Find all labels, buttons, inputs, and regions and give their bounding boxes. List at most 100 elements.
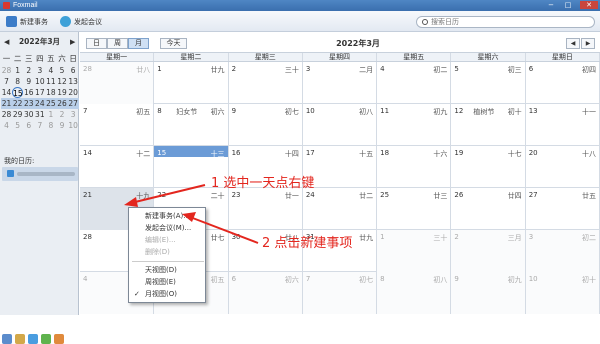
day-cell[interactable]: 1 廿九 bbox=[154, 62, 229, 104]
mini-day[interactable]: 22 bbox=[12, 98, 24, 109]
day-cell[interactable]: 13 十一 bbox=[526, 104, 600, 146]
menu-item-start-meeting[interactable]: 发起会议(M)... bbox=[129, 223, 207, 234]
mini-day[interactable]: 21 bbox=[1, 98, 13, 109]
menu-item-day-view[interactable]: 天视图(D) bbox=[129, 265, 207, 276]
mini-day[interactable]: 4 bbox=[45, 65, 56, 76]
mini-day[interactable]: 14 bbox=[1, 87, 12, 98]
day-cell[interactable]: 25 廿三 bbox=[377, 188, 452, 230]
mini-day[interactable]: 8 bbox=[12, 76, 23, 87]
mini-day[interactable]: 6 bbox=[68, 65, 79, 76]
day-cell[interactable]: 8 初八 bbox=[377, 272, 452, 314]
mini-day[interactable]: 25 bbox=[45, 98, 57, 109]
mini-prev-icon[interactable]: ◀ bbox=[4, 37, 9, 47]
mail-icon[interactable] bbox=[2, 334, 12, 344]
day-cell[interactable]: 26 廿四 bbox=[451, 188, 526, 230]
mini-day[interactable]: 10 bbox=[34, 76, 45, 87]
mini-day[interactable]: 18 bbox=[45, 87, 56, 98]
mini-day[interactable]: 27 bbox=[67, 98, 79, 109]
mini-day[interactable]: 20 bbox=[68, 87, 79, 98]
mini-day[interactable]: 3 bbox=[34, 65, 45, 76]
mini-day[interactable]: 5 bbox=[12, 120, 23, 131]
mini-day[interactable]: 2 bbox=[56, 109, 67, 120]
calendar-list-item[interactable] bbox=[2, 167, 78, 181]
day-cell[interactable]: 6 初六 bbox=[228, 272, 303, 314]
mini-day[interactable]: 31 bbox=[34, 109, 45, 120]
mini-day[interactable]: 28 bbox=[1, 109, 12, 120]
checkbox-icon[interactable] bbox=[7, 170, 14, 177]
mini-day[interactable]: 13 bbox=[68, 76, 79, 87]
mini-day[interactable]: 7 bbox=[34, 120, 45, 131]
weekday-header: 星期日 bbox=[526, 53, 600, 61]
mini-day[interactable]: 1 bbox=[45, 109, 56, 120]
mini-day[interactable]: 12 bbox=[56, 76, 67, 87]
prev-month-button[interactable]: ◀ bbox=[566, 38, 580, 49]
mini-day[interactable]: 7 bbox=[1, 76, 12, 87]
day-cell[interactable]: 19 十七 bbox=[451, 146, 526, 188]
day-cell[interactable]: 14 十二 bbox=[80, 146, 155, 188]
mini-day[interactable]: 2 bbox=[23, 65, 34, 76]
menu-item-month-view[interactable]: ✓ 月视图(O) bbox=[129, 289, 207, 300]
day-cell[interactable]: 3 二月 bbox=[303, 62, 378, 104]
day-cell[interactable]: 28 廿八 bbox=[80, 62, 155, 104]
mini-day[interactable]: 3 bbox=[68, 109, 79, 120]
day-cell[interactable]: 27 廿五 bbox=[526, 188, 600, 230]
minimize-icon[interactable]: − bbox=[544, 1, 558, 9]
calendar-icon[interactable] bbox=[28, 334, 38, 344]
day-cell[interactable]: 18 十六 bbox=[377, 146, 452, 188]
new-event-button[interactable]: 新建事务 bbox=[6, 15, 48, 28]
menu-item-new-event[interactable]: 新建事务(A)... bbox=[129, 211, 207, 222]
day-cell[interactable]: 8 妇女节 初六 bbox=[154, 104, 229, 146]
day-cell[interactable]: 7 初七 bbox=[302, 272, 378, 314]
day-cell[interactable]: 24 廿二 bbox=[303, 188, 378, 230]
mini-day[interactable]: 26 bbox=[56, 98, 68, 109]
mini-day[interactable]: 23 bbox=[23, 98, 35, 109]
mini-day[interactable]: 5 bbox=[56, 65, 67, 76]
mini-day[interactable]: 17 bbox=[34, 87, 45, 98]
mini-day[interactable]: 11 bbox=[45, 76, 56, 87]
mini-day[interactable]: 16 bbox=[23, 87, 34, 98]
start-meeting-button[interactable]: 发起会议 bbox=[60, 15, 102, 28]
day-cell[interactable]: 6 初四 bbox=[526, 62, 600, 104]
mini-day[interactable]: 28 bbox=[1, 65, 12, 76]
mini-day[interactable]: 9 bbox=[23, 76, 34, 87]
day-cell[interactable]: 11 初九 bbox=[377, 104, 452, 146]
day-cell[interactable]: 9 初七 bbox=[229, 104, 303, 146]
day-cell[interactable]: 2 三月 bbox=[451, 230, 526, 272]
day-cell[interactable]: 3 初二 bbox=[525, 230, 600, 272]
mini-day[interactable]: 30 bbox=[23, 109, 34, 120]
next-month-button[interactable]: ▶ bbox=[581, 38, 595, 49]
day-cell[interactable]: 9 初九 bbox=[451, 272, 526, 314]
mini-day[interactable]: 4 bbox=[1, 120, 12, 131]
mini-day[interactable]: 10 bbox=[68, 120, 79, 131]
menu-item-week-view[interactable]: 周视图(E) bbox=[129, 277, 207, 288]
day-cell[interactable]: 12 植树节 初十 bbox=[451, 104, 526, 146]
mini-dow: 一 bbox=[2, 54, 11, 63]
mini-day[interactable]: 19 bbox=[56, 87, 67, 98]
close-icon[interactable]: ✕ bbox=[580, 1, 598, 9]
search-input[interactable]: 搜索日历 bbox=[416, 16, 595, 28]
mini-day[interactable]: 15 bbox=[12, 87, 24, 98]
day-cell[interactable]: 10 初八 bbox=[303, 104, 378, 146]
mini-next-icon[interactable]: ▶ bbox=[70, 37, 75, 47]
notes-icon[interactable] bbox=[41, 334, 51, 344]
day-cell[interactable]: 7 初五 bbox=[80, 104, 155, 146]
day-cell[interactable]: 1 三十 bbox=[377, 230, 452, 272]
day-cell[interactable]: 2 三十 bbox=[229, 62, 303, 104]
menu-item-delete[interactable]: 删除(D) bbox=[129, 247, 207, 258]
rss-icon[interactable] bbox=[54, 334, 64, 344]
mini-day[interactable]: 29 bbox=[12, 109, 23, 120]
day-cell[interactable]: 23 廿一 bbox=[229, 188, 303, 230]
day-number: 15 bbox=[157, 149, 167, 157]
contacts-icon[interactable] bbox=[15, 334, 25, 344]
mini-day[interactable]: 1 bbox=[12, 65, 23, 76]
day-cell[interactable]: 10 初十 bbox=[525, 272, 600, 314]
mini-day[interactable]: 24 bbox=[34, 98, 46, 109]
maximize-icon[interactable]: □ bbox=[561, 1, 575, 9]
mini-day[interactable]: 8 bbox=[45, 120, 56, 131]
mini-day[interactable]: 9 bbox=[56, 120, 67, 131]
day-cell[interactable]: 5 初三 bbox=[451, 62, 526, 104]
menu-item-edit[interactable]: 编辑(E)... bbox=[129, 235, 207, 246]
day-cell[interactable]: 4 初二 bbox=[377, 62, 452, 104]
day-cell[interactable]: 20 十八 bbox=[526, 146, 600, 188]
mini-day[interactable]: 6 bbox=[23, 120, 34, 131]
